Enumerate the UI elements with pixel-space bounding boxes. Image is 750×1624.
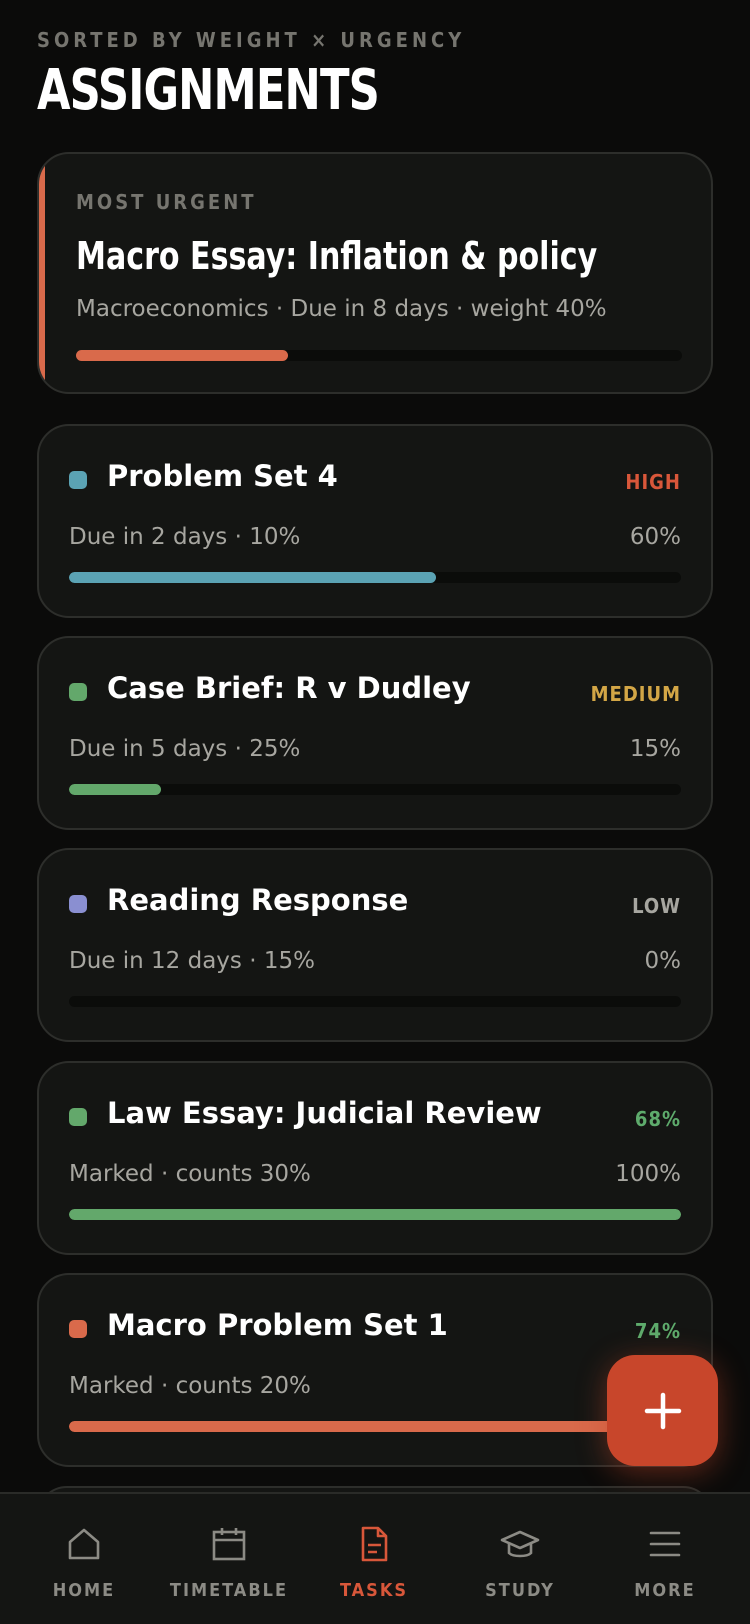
nav-item-home[interactable]: HOME [14, 1524, 154, 1601]
plus-icon [644, 1392, 681, 1429]
task-progress-fill [69, 572, 437, 583]
grade-tag: 68% [634, 1107, 681, 1131]
task-progress-track [69, 1209, 681, 1220]
task-meta: Due in 5 days · 25% [69, 736, 301, 762]
sort-subtitle: SORTED BY WEIGHT × URGENCY [37, 28, 466, 52]
page-header: SORTED BY WEIGHT × URGENCY ASSIGNMENTS [37, 28, 465, 123]
task-name: Problem Set 4 [107, 459, 338, 493]
priority-tag: HIGH [625, 470, 681, 494]
task-progress-fill [69, 784, 161, 795]
urgent-assignment-meta: Macroeconomics · Due in 8 days · weight … [76, 296, 607, 322]
nav-label: TASKS [339, 1580, 409, 1601]
nav-item-more[interactable]: MORE [595, 1524, 735, 1601]
task-progress-track [69, 1421, 681, 1432]
priority-tag: LOW [632, 894, 681, 918]
task-name: Reading Response [107, 883, 409, 917]
graduation-cap-icon [500, 1530, 540, 1558]
menu-icon [649, 1531, 681, 1557]
urgent-progress-track [76, 350, 682, 361]
task-progress-track [69, 572, 681, 583]
home-icon [68, 1528, 100, 1560]
grade-tag: 74% [634, 1319, 681, 1343]
task-card[interactable]: Law Essay: Judicial Review 68% Marked · … [37, 1061, 713, 1255]
nav-item-study[interactable]: STUDY [450, 1524, 590, 1601]
task-progress-percent: 0% [644, 948, 682, 974]
task-meta: Marked · counts 20% [69, 1373, 311, 1399]
urgent-progress-fill [76, 350, 289, 361]
task-progress-percent: 100% [615, 1161, 681, 1187]
nav-item-timetable[interactable]: TIMETABLE [159, 1524, 299, 1601]
task-progress-percent: 15% [629, 736, 681, 762]
course-color-dot [69, 1320, 87, 1338]
add-assignment-button[interactable] [607, 1355, 718, 1466]
task-card[interactable]: Case Brief: R v Dudley MEDIUM Due in 5 d… [37, 636, 713, 830]
most-urgent-card[interactable]: MOST URGENT Macro Essay: Inflation & pol… [37, 152, 713, 394]
most-urgent-label: MOST URGENT [76, 190, 257, 214]
course-color-dot [69, 683, 87, 701]
task-meta: Due in 12 days · 15% [69, 948, 315, 974]
bottom-nav: HOME TIMETABLE TASKS STUDY MORE [0, 1492, 750, 1624]
task-name: Macro Problem Set 1 [107, 1308, 448, 1342]
task-card[interactable]: Reading Response LOW Due in 12 days · 15… [37, 848, 713, 1042]
document-icon [361, 1526, 388, 1562]
assignments-screen: SORTED BY WEIGHT × URGENCY ASSIGNMENTS M… [0, 0, 750, 1624]
task-progress-track [69, 784, 681, 795]
urgent-assignment-title: Macro Essay: Inflation & policy [76, 234, 598, 278]
nav-label: MORE [634, 1580, 696, 1601]
task-name: Case Brief: R v Dudley [107, 671, 471, 705]
task-progress-track [69, 996, 681, 1007]
nav-item-tasks[interactable]: TASKS [304, 1524, 444, 1601]
task-name: Law Essay: Judicial Review [107, 1096, 542, 1130]
course-color-dot [69, 1108, 87, 1126]
nav-label: HOME [52, 1580, 116, 1601]
task-progress-fill [69, 1421, 681, 1432]
page-title: ASSIGNMENTS [37, 58, 380, 123]
task-progress-fill [69, 1209, 681, 1220]
task-card[interactable]: Problem Set 4 HIGH Due in 2 days · 10% 6… [37, 424, 713, 618]
priority-tag: MEDIUM [590, 682, 681, 706]
nav-label: STUDY [485, 1580, 555, 1601]
course-color-dot [69, 471, 87, 489]
course-color-dot [69, 895, 87, 913]
task-progress-percent: 60% [629, 524, 681, 550]
calendar-icon [212, 1528, 246, 1561]
task-meta: Marked · counts 30% [69, 1161, 311, 1187]
nav-label: TIMETABLE [169, 1580, 289, 1601]
task-meta: Due in 2 days · 10% [69, 524, 301, 550]
